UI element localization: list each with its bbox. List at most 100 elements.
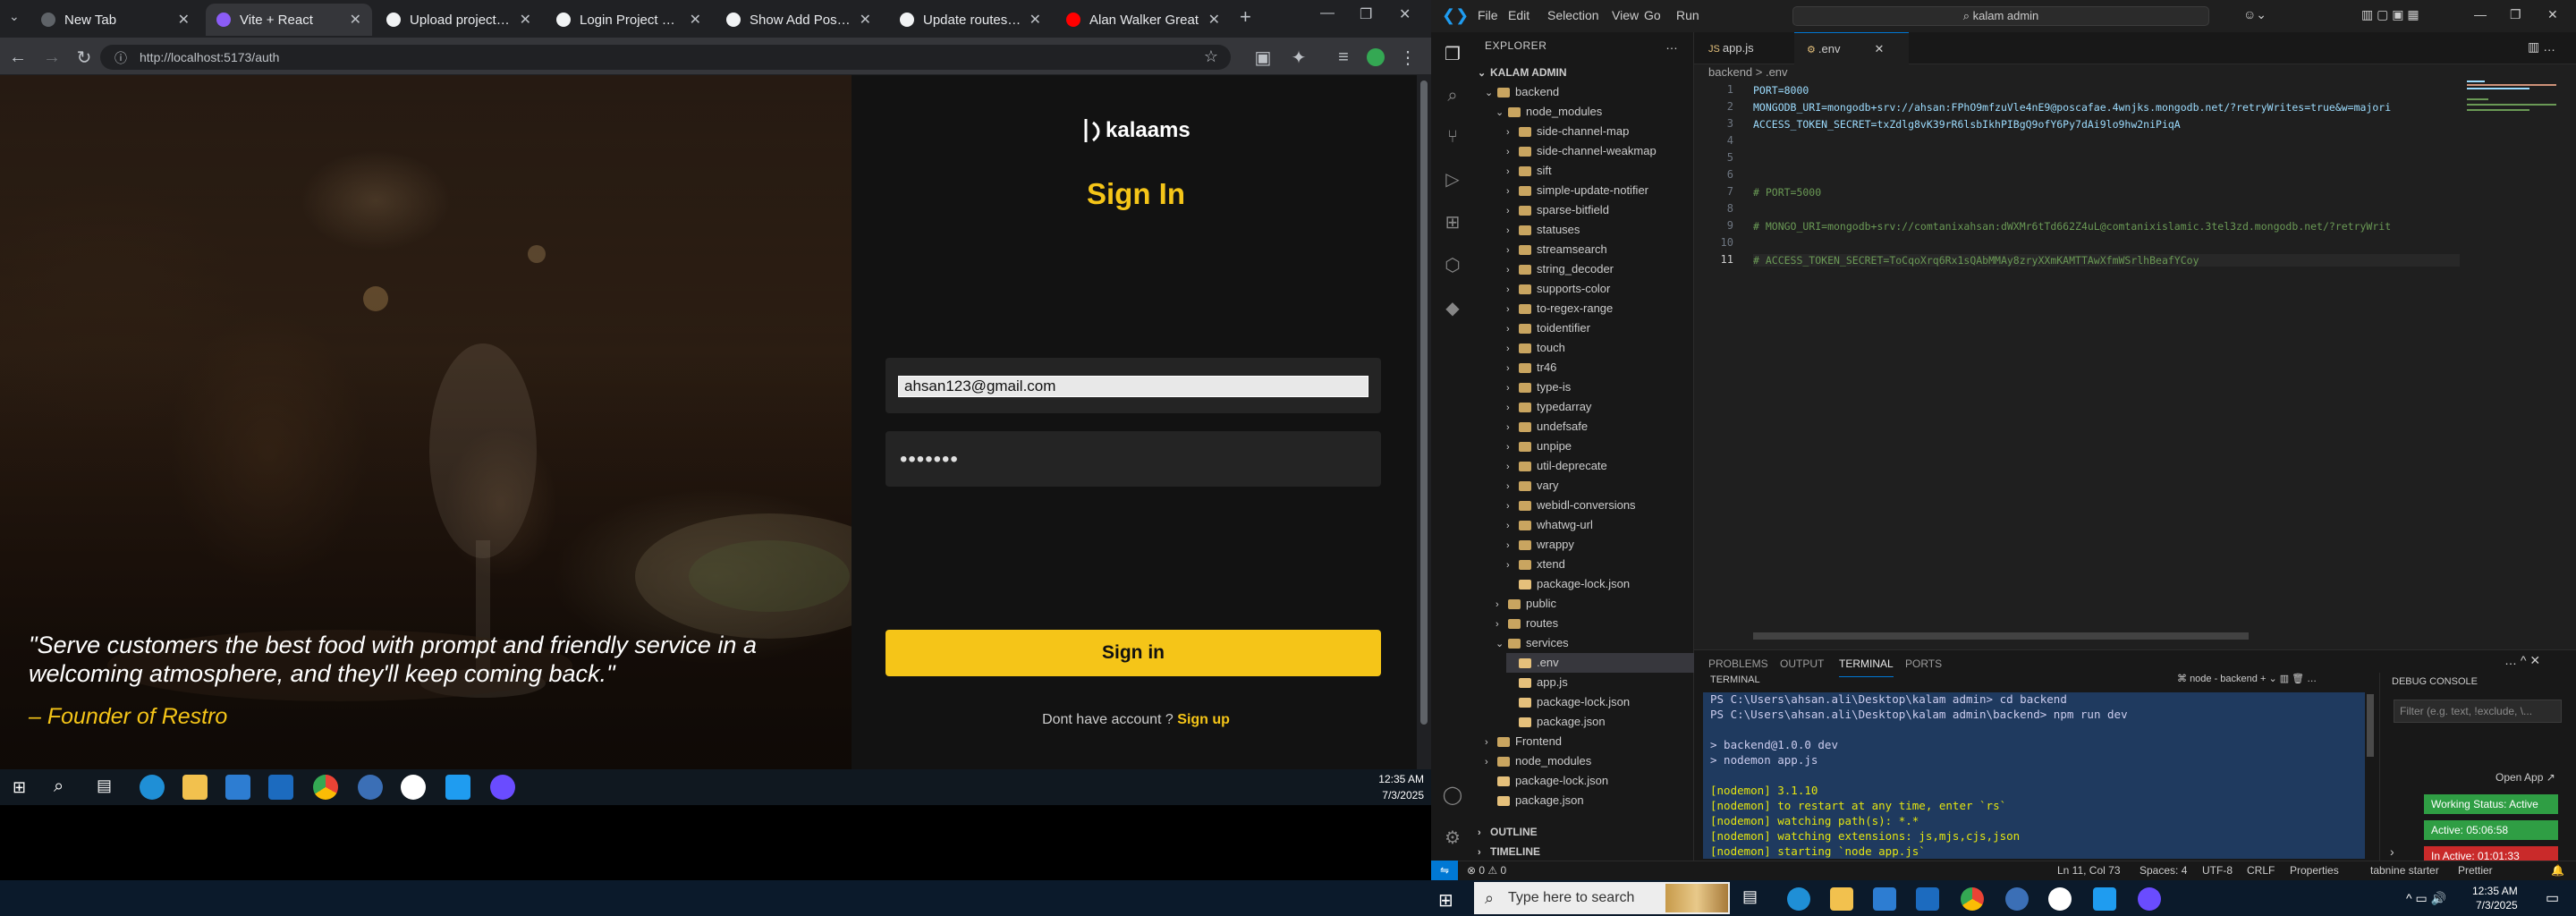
source-control-icon[interactable]: ⑂ (1442, 127, 1463, 148)
explorer-tree-item[interactable]: › touch (1506, 338, 1565, 358)
account-icon[interactable]: ◯ (1442, 784, 1463, 805)
code-line[interactable]: # PORT=5000 (1753, 186, 1821, 199)
browser-tab[interactable]: Vite + React ✕ (206, 4, 372, 36)
tabnine-status[interactable]: tabnine starter (2370, 864, 2439, 877)
line-ending[interactable]: CRLF (2247, 864, 2275, 877)
panel-tab-ports[interactable]: PORTS (1905, 651, 1942, 676)
signup-link[interactable]: Sign up (1177, 712, 1230, 727)
browser-tab[interactable]: Upload project to kala ✕ (376, 4, 542, 36)
menu-item-view[interactable]: View (1612, 8, 1639, 22)
close-window-icon[interactable]: ✕ (1399, 5, 1411, 23)
encoding[interactable]: UTF-8 (2202, 864, 2233, 877)
close-tab-icon[interactable]: ✕ (350, 11, 361, 29)
win-store-icon[interactable] (1873, 887, 1896, 911)
win-edge-icon[interactable] (1787, 887, 1810, 911)
explorer-tree-item[interactable]: app.js (1506, 673, 1568, 692)
task-view-icon[interactable]: ▤ (97, 776, 112, 795)
explorer-tree-item[interactable]: › supports-color (1506, 279, 1610, 299)
win-start-icon[interactable]: ⊞ (1438, 889, 1453, 912)
reload-icon[interactable]: ↻ (73, 47, 95, 68)
editor-horizontal-scrollbar[interactable] (1753, 632, 2249, 640)
explorer-tree-item[interactable]: › routes (1496, 614, 1558, 633)
explorer-tree-item[interactable]: › xtend (1506, 555, 1565, 574)
explorer-tree-item[interactable]: › tr46 (1506, 358, 1556, 377)
chrome-menu-icon[interactable]: ⋮ (1397, 47, 1419, 68)
explorer-icon[interactable]: ❐ (1442, 43, 1463, 64)
explorer-tree-item[interactable]: › webidl-conversions (1506, 496, 1636, 515)
new-tab-button[interactable]: + (1240, 5, 1251, 29)
page-scrollbar-thumb[interactable] (1420, 81, 1428, 725)
remote-indicator[interactable]: ⇋ (1431, 861, 1458, 880)
explorer-tree-item[interactable]: ⌄ backend (1485, 82, 1559, 102)
password-field[interactable]: ••••••• (886, 431, 1381, 487)
site-info-icon[interactable]: ⓘ (114, 49, 127, 67)
cursor-position[interactable]: Ln 11, Col 73 (2057, 864, 2121, 877)
close-tab-icon[interactable]: ✕ (1875, 42, 1885, 55)
menu-item-go[interactable]: Go (1644, 8, 1661, 22)
problems-count[interactable]: ⊗ 0 ⚠ 0 (1467, 864, 1506, 877)
vscode-restore-icon[interactable]: ❐ (2510, 7, 2521, 22)
extension-icon[interactable]: ▣ (1252, 47, 1274, 68)
explorer-tree-item[interactable]: › simple-update-notifier (1506, 181, 1648, 200)
chrome-taskbar-icon[interactable] (313, 775, 338, 800)
explorer-tree-item[interactable]: › util-deprecate (1506, 456, 1607, 476)
terminal-instance-label[interactable]: ⌘ node - backend + ⌄ ▥ 🗑 … (2177, 673, 2317, 684)
command-center-search[interactable]: ⌕ kalam admin (1792, 6, 2209, 26)
outline-section[interactable]: › OUTLINE (1478, 822, 1538, 842)
browser-tab[interactable]: New Tab ✕ (30, 4, 200, 36)
explorer-tree-item[interactable]: › string_decoder (1506, 259, 1614, 279)
windows-start-icon[interactable]: ⊞ (13, 778, 26, 797)
notifications-bell-icon[interactable]: 🔔 (2551, 864, 2564, 877)
explorer-tree-item[interactable]: › undefsafe (1506, 417, 1588, 437)
editor-tab-app-js[interactable]: JS app.js (1696, 32, 1767, 64)
indentation[interactable]: Spaces: 4 (2140, 864, 2187, 877)
explorer-tree-item[interactable]: › vary (1506, 476, 1559, 496)
explorer-tree-item[interactable]: › wrappy (1506, 535, 1574, 555)
explorer-tree-item[interactable]: › side-channel-weakmap (1506, 141, 1657, 161)
editor-tab-env[interactable]: ⚙ .env ✕ (1794, 32, 1909, 64)
restore-icon[interactable]: ❐ (1360, 5, 1372, 23)
close-tab-icon[interactable]: ✕ (860, 11, 871, 29)
explorer-tree-item[interactable]: › typedarray (1506, 397, 1591, 417)
panel-expand-chevron-icon[interactable]: › (2390, 844, 2394, 859)
panel-tab-problems[interactable]: PROBLEMS (1708, 651, 1768, 676)
store-icon[interactable] (225, 775, 250, 800)
code-line[interactable]: # MONGO_URI=mongodb+srv://comtanixahsan:… (1753, 220, 2391, 233)
win-mail-icon[interactable] (1916, 887, 1939, 911)
explorer-tree-item[interactable]: › node_modules (1485, 751, 1591, 771)
win-app-icon[interactable] (2005, 887, 2029, 911)
explorer-tree-item[interactable]: package.json (1485, 791, 1584, 810)
code-line[interactable]: # ACCESS_TOKEN_SECRET=ToCqoXrq6Rx1sQAbMM… (1753, 254, 2460, 267)
split-editor-icon[interactable]: ▥ … (2528, 39, 2555, 55)
explorer-tree-item[interactable]: ⌄ services (1496, 633, 1569, 653)
media-icon[interactable]: ≡ (1333, 47, 1354, 68)
win-zoom-icon[interactable] (2138, 887, 2161, 911)
win-task-view-icon[interactable]: ▤ (1742, 887, 1766, 911)
explorer-tree-item[interactable]: › to-regex-range (1506, 299, 1613, 318)
explorer-more-icon[interactable]: … (1665, 38, 1678, 52)
prettier-status[interactable]: Prettier (2458, 864, 2493, 877)
vscode-close-icon[interactable]: ✕ (2547, 7, 2558, 22)
taskbar-search-icon[interactable]: ⌕ (54, 776, 64, 797)
code-line[interactable]: ACCESS_TOKEN_SECRET=txZdlg8vK39rR6lsbIkh… (1753, 118, 2181, 131)
code-line[interactable]: PORT=8000 (1753, 84, 1809, 97)
menu-item-edit[interactable]: Edit (1508, 8, 1530, 22)
search-view-icon[interactable]: ⌕ (1442, 86, 1463, 107)
remote-explorer-icon[interactable]: ⬡ (1442, 254, 1463, 276)
breadcrumb[interactable]: backend > .env (1708, 65, 1788, 79)
language-mode[interactable]: Properties (2290, 864, 2339, 877)
app-icon[interactable] (358, 775, 383, 800)
terminal-scrollbar[interactable] (2367, 694, 2374, 757)
explorer-tree-item[interactable]: › streamsearch (1506, 240, 1607, 259)
mail-icon[interactable] (268, 775, 293, 800)
signin-button[interactable]: Sign in (886, 630, 1381, 676)
terminal-actions-icon[interactable]: + ⌄ ▥ 🗑 … (2258, 674, 2317, 684)
url-bar[interactable]: ⓘ http://localhost:5173/auth ☆ (100, 45, 1231, 70)
win-chrome-icon[interactable] (1961, 887, 1984, 911)
email-field[interactable]: ahsan123@gmail.com (898, 376, 1368, 397)
layout-toggle-icon[interactable]: ▥ ▢ ▣ ▦ (2361, 7, 2419, 22)
edge-icon[interactable] (140, 775, 165, 800)
explorer-tree-item[interactable]: › toidentifier (1506, 318, 1590, 338)
explorer-tree-item[interactable]: › statuses (1506, 220, 1580, 240)
code-line[interactable]: MONGODB_URI=mongodb+srv://ahsan:FPhO9mfz… (1753, 101, 2391, 114)
